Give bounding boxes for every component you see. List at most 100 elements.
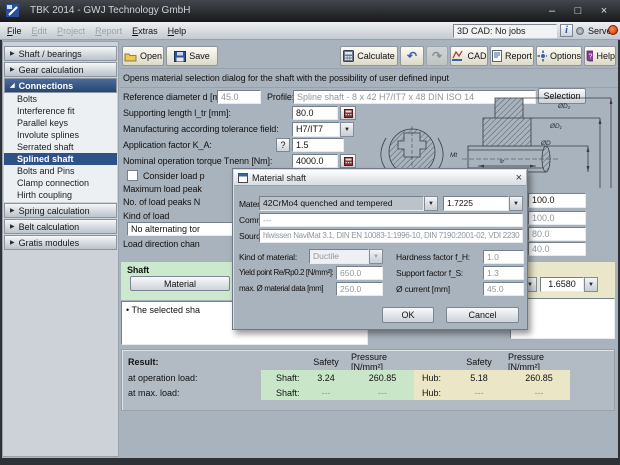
chevron-right-icon: ▶ <box>10 50 15 57</box>
maximize-button[interactable]: □ <box>565 0 591 22</box>
current-diameter-label: Ø current [mm] <box>396 284 450 294</box>
mini-calculator-icon <box>344 109 353 118</box>
hub-material-number-dropdown[interactable]: 1.6580 ▼ <box>540 277 598 292</box>
shaft-pressure-value: 260.85 <box>351 370 414 385</box>
connections-submenu: Bolts Interference fit Parallel keys Inv… <box>4 93 117 202</box>
calculate-button[interactable]: Calculate <box>340 46 398 66</box>
menu-file[interactable]: File <box>2 26 27 36</box>
shaft-material-button[interactable]: Material <box>130 276 230 291</box>
sidebar-item-interference-fit[interactable]: Interference fit <box>4 105 117 117</box>
sidebar-item-bolts-and-pins[interactable]: Bolts and Pins <box>4 165 117 177</box>
max-load-peaks-label: Maximum load peak <box>123 184 202 194</box>
ok-button[interactable]: OK <box>382 307 434 323</box>
report-document-icon <box>492 50 502 62</box>
undo-button[interactable]: ↶ <box>400 46 424 66</box>
nominal-torque-calc-button[interactable] <box>340 154 356 168</box>
nominal-torque-field[interactable]: 4000.0 <box>292 154 338 168</box>
dim-label-D2: ØD₂ <box>557 103 571 110</box>
nominal-torque-label: Nominal operation torque Tnenn [Nm]: <box>123 156 272 166</box>
application-factor-field[interactable]: 1.5 <box>292 138 344 152</box>
menu-extras[interactable]: Extras <box>127 26 163 36</box>
sidebar-item-connections[interactable]: ◢Connections <box>4 78 117 93</box>
comment-field[interactable]: --- <box>259 213 523 227</box>
mini-calculator-icon <box>344 157 353 166</box>
help-button[interactable]: ? Help <box>584 46 616 66</box>
minimize-button[interactable]: – <box>539 0 565 22</box>
info-button[interactable]: i <box>560 24 573 37</box>
sidebar-item-shaft-bearings[interactable]: ▶Shaft / bearings <box>4 46 117 61</box>
sidebar-item-serrated-shaft[interactable]: Serrated shaft <box>4 141 117 153</box>
cad-chart-icon <box>451 50 464 62</box>
load-spectrum-field-1: 100.0 <box>528 211 586 225</box>
shaft-safety-value: 3.24 <box>301 370 351 385</box>
open-button[interactable]: Open <box>122 46 164 66</box>
hardness-factor-label: Hardness factor f_H: <box>396 252 470 262</box>
load-direction-label: Load direction chan <box>123 239 200 249</box>
sidebar-item-parallel-keys[interactable]: Parallel keys <box>4 117 117 129</box>
sidebar-item-hirth-coupling[interactable]: Hirth coupling <box>4 189 117 201</box>
help-book-icon: ? <box>585 50 593 62</box>
menu-project: Project <box>52 26 90 36</box>
supporting-length-calc-button[interactable] <box>340 106 356 120</box>
dialog-title: Material shaft <box>252 173 512 183</box>
save-button[interactable]: Save <box>166 46 218 66</box>
sidebar-item-gratis-modules[interactable]: ▶Gratis modules <box>4 235 117 250</box>
no-load-peaks-field[interactable]: 100.0 <box>528 193 586 208</box>
max-diameter-field: 250.0 <box>336 282 383 296</box>
load-spectrum-field-3: 40.0 <box>528 242 586 256</box>
results-title: Result: <box>128 354 261 370</box>
dialog-close-icon[interactable]: × <box>516 173 522 183</box>
dim-label-ltr: ltr <box>500 159 505 165</box>
reference-diameter-field: 45.0 <box>217 90 261 104</box>
sidebar-item-involute-splines[interactable]: Involute splines <box>4 129 117 141</box>
results-panel: Result: Safety Pressure [N/mm²] Safety P… <box>121 349 615 411</box>
options-button[interactable]: Options <box>536 46 582 66</box>
sidebar-item-spring-calculation[interactable]: ▶Spring calculation <box>4 203 117 218</box>
server-status-icon <box>608 25 618 35</box>
tolerance-field-dropdown[interactable]: H7/IT7 ▼ <box>292 122 354 137</box>
kind-of-load-label: Kind of load <box>123 211 169 221</box>
status-hint-text: Opens material selection dialog for the … <box>123 73 449 83</box>
sidebar-item-clamp-connection[interactable]: Clamp connection <box>4 177 117 189</box>
pressure-column-header: Pressure [N/mm²] <box>508 354 570 370</box>
menu-edit: Edit <box>27 26 53 36</box>
chevron-down-icon: ▼ <box>509 196 523 211</box>
sidebar-item-belt-calculation[interactable]: ▶Belt calculation <box>4 219 117 234</box>
report-button[interactable]: Report <box>490 46 534 66</box>
chevron-right-icon: ▶ <box>10 239 15 246</box>
material-name-dropdown[interactable]: 42CrMo4 quenched and tempered ▼ <box>259 196 438 211</box>
support-factor-field: 1.3 <box>483 266 524 280</box>
hardness-factor-field: 1.0 <box>483 250 524 264</box>
sidebar-item-splined-shaft[interactable]: Splined shaft <box>4 153 117 165</box>
app-icon <box>6 4 19 17</box>
chevron-down-icon: ▼ <box>340 122 354 137</box>
sidebar: ▶Shaft / bearings ▶Gear calculation ◢Con… <box>2 41 119 457</box>
cad-status-field: 3D CAD: No jobs <box>453 24 557 38</box>
yield-point-label: Yield point Re/Rp0.2 [N/mm²]: <box>239 268 333 277</box>
consider-load-peaks-checkbox[interactable] <box>127 170 138 181</box>
sidebar-item-gear-calculation[interactable]: ▶Gear calculation <box>4 62 117 77</box>
hub-cell-label: Hub: <box>414 370 450 385</box>
chevron-right-icon: ▶ <box>10 223 15 230</box>
torque-label-Mt: Mt <box>450 152 458 159</box>
undo-icon: ↶ <box>407 51 417 61</box>
kind-of-load-dropdown[interactable]: No alternating tor <box>127 222 245 236</box>
sidebar-item-bolts[interactable]: Bolts <box>4 93 117 105</box>
hub-safety-value: 5.18 <box>450 370 508 385</box>
redo-button[interactable]: ↷ <box>426 46 448 66</box>
consider-load-peaks-label: Consider load p <box>143 171 205 181</box>
floppy-icon <box>174 51 186 62</box>
shaft-section-title: Shaft <box>127 265 149 275</box>
source-field: hlwissen NaviMat 3.1, DIN EN 10083-1:199… <box>259 229 523 243</box>
menu-help[interactable]: Help <box>163 26 192 36</box>
material-number-dropdown[interactable]: 1.7225 ▼ <box>443 196 523 211</box>
no-load-peaks-label: No. of load peaks N <box>123 197 200 207</box>
supporting-length-field[interactable]: 80.0 <box>292 106 338 120</box>
cancel-button[interactable]: Cancel <box>446 307 519 323</box>
application-factor-help-button[interactable]: ? <box>276 138 290 152</box>
application-factor-label: Application factor K_A: <box>123 140 212 150</box>
svg-text:?: ? <box>589 54 593 61</box>
cad-button[interactable]: CAD <box>450 46 488 66</box>
cad-status-icon <box>576 27 584 35</box>
close-button[interactable]: × <box>591 0 617 22</box>
